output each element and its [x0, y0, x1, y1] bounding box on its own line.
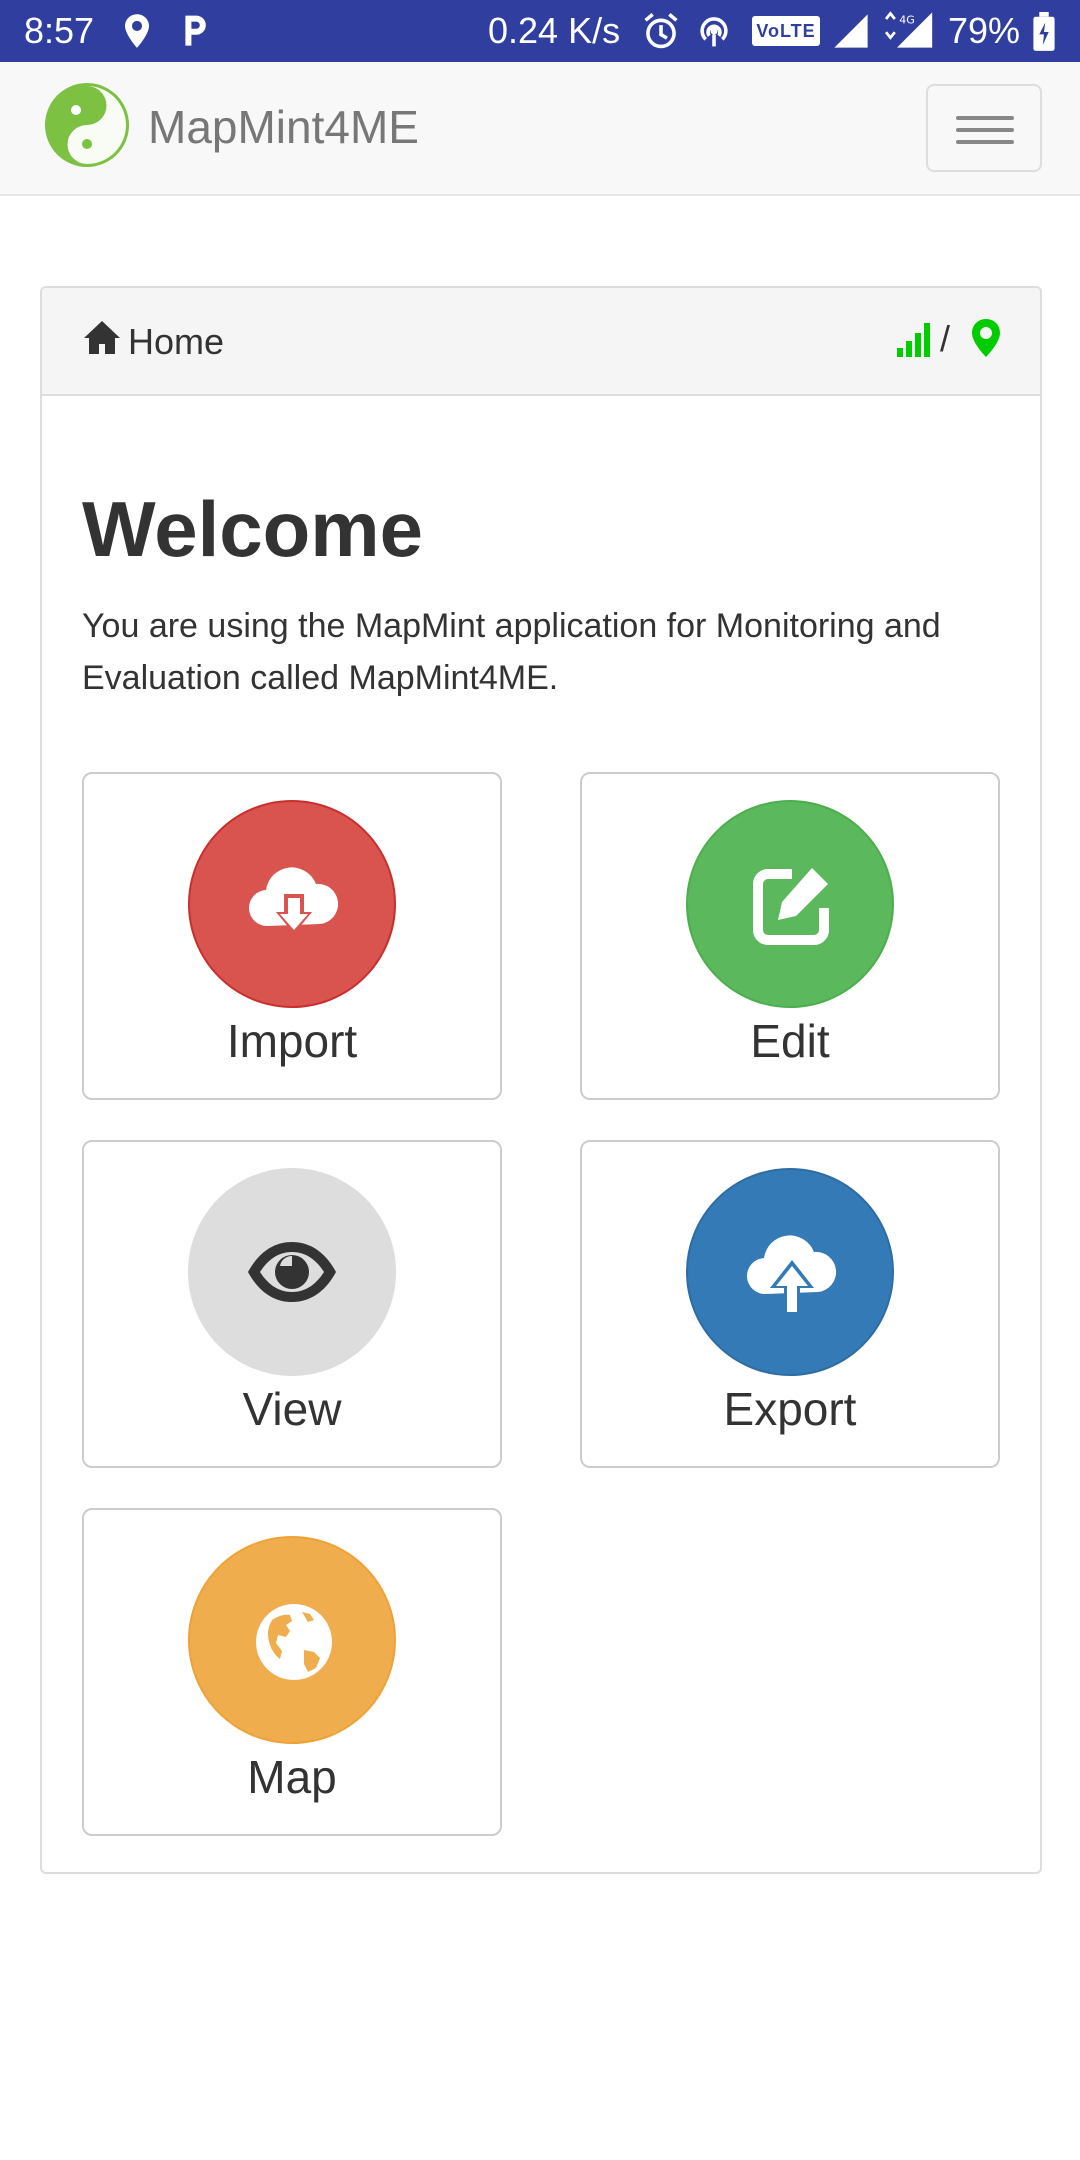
gps-pin-icon — [972, 319, 1000, 357]
net-speed: 0.24 K/s — [488, 10, 621, 51]
view-circle — [188, 1168, 396, 1376]
top-navbar: MapMint4ME — [0, 62, 1080, 196]
breadcrumb: Home / — [42, 288, 1040, 396]
view-label: View — [242, 1383, 342, 1435]
network-signal-icon — [897, 323, 930, 357]
welcome-description: You are using the MapMint application fo… — [82, 607, 941, 697]
map-label: Map — [247, 1751, 337, 1803]
globe-icon — [256, 1604, 332, 1680]
breadcrumb-separator: / — [940, 318, 951, 359]
import-circle — [188, 800, 396, 1008]
export-circle — [686, 1168, 894, 1376]
edit-tile[interactable]: Edit — [580, 772, 1000, 1100]
location-icon — [125, 14, 149, 48]
hamburger-icon-line — [956, 128, 1014, 132]
hamburger-icon — [956, 116, 1014, 120]
import-label: Import — [226, 1015, 358, 1067]
export-label: Export — [723, 1383, 857, 1435]
battery-percent: 79% — [948, 10, 1021, 51]
cloud-download-icon — [248, 867, 339, 934]
signal-sim2-4g-icon: 4G — [884, 11, 933, 48]
export-tile[interactable]: Export — [580, 1140, 1000, 1468]
hamburger-icon-line — [956, 140, 1014, 144]
battery-charging-icon — [1033, 12, 1055, 51]
parking-app-icon — [185, 15, 206, 46]
status-bar: 8:57 0.24 K/s VoLTE 4G 79% — [0, 0, 1080, 62]
home-icon[interactable] — [82, 318, 122, 358]
brand-name[interactable]: MapMint4ME — [148, 100, 419, 154]
menu-toggle-button[interactable] — [926, 84, 1042, 172]
edit-circle — [686, 800, 894, 1008]
view-tile[interactable]: View — [82, 1140, 502, 1468]
edit-icon — [753, 868, 829, 945]
page-title: Welcome — [82, 485, 424, 573]
volte-badge: VoLTE — [752, 16, 820, 46]
hotspot-icon — [700, 17, 728, 47]
status-time: 8:57 — [24, 10, 95, 51]
eye-icon — [248, 1242, 336, 1302]
svg-text:4G: 4G — [899, 13, 915, 26]
map-tile[interactable]: Map — [82, 1508, 502, 1836]
breadcrumb-home[interactable]: Home — [128, 321, 224, 363]
edit-label: Edit — [750, 1015, 830, 1067]
alarm-icon — [644, 13, 678, 49]
map-circle — [188, 1536, 396, 1744]
mapmint-logo-icon[interactable] — [44, 82, 130, 168]
main-panel: Home / Welcome You are using the MapMint… — [40, 286, 1042, 1874]
cloud-upload-icon — [746, 1235, 837, 1314]
signal-sim1-icon — [834, 14, 868, 48]
import-tile[interactable]: Import — [82, 772, 502, 1100]
